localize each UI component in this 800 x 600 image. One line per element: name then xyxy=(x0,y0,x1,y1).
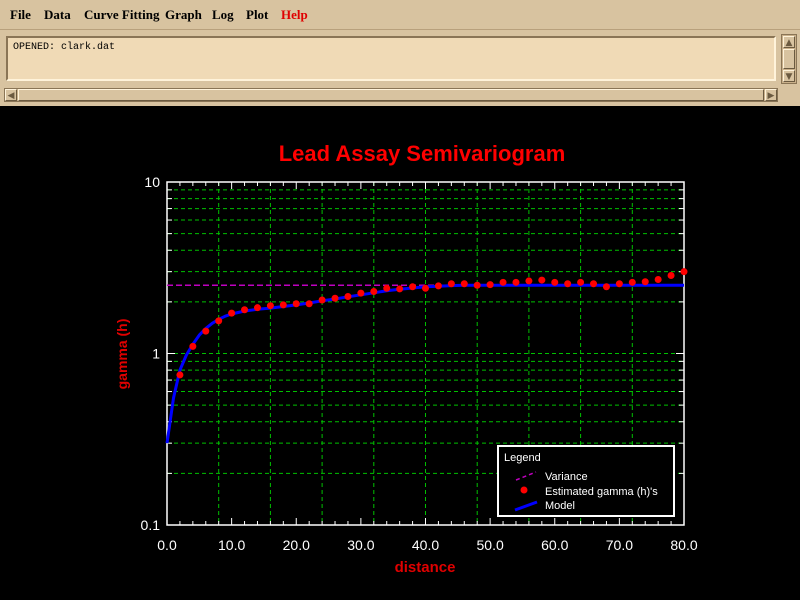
estimated-gamma-point xyxy=(215,317,223,325)
estimated-gamma-point xyxy=(176,371,184,379)
menu-log[interactable]: Log xyxy=(212,7,234,23)
estimated-gamma-point xyxy=(577,278,585,286)
estimated-gamma-point xyxy=(486,281,494,289)
log-panel: OPENED: clark.dat ▲ ▼ ◀ ▶ xyxy=(0,30,800,106)
menu-help[interactable]: Help xyxy=(281,7,308,23)
log-text-area[interactable]: OPENED: clark.dat xyxy=(6,36,776,81)
estimated-gamma-point xyxy=(654,276,662,284)
x-tick-label: 0.0 xyxy=(157,537,177,553)
menu-data[interactable]: Data xyxy=(44,7,71,23)
x-tick-label: 60.0 xyxy=(541,537,568,553)
estimated-gamma-point xyxy=(667,271,675,279)
menu-bar: File Data Curve Fitting Graph Log Plot H… xyxy=(0,0,800,30)
estimated-gamma-point xyxy=(331,294,339,302)
estimated-gamma-point xyxy=(241,306,249,314)
estimated-gamma-point xyxy=(590,280,598,288)
legend-points-swatch xyxy=(520,486,528,494)
x-tick-label: 20.0 xyxy=(283,537,310,553)
estimated-gamma-point xyxy=(318,296,326,304)
legend: Legend Variance Estimated gamma (h)'s Mo… xyxy=(497,445,675,517)
menu-file[interactable]: File xyxy=(10,7,31,23)
estimated-gamma-point xyxy=(357,289,365,297)
estimated-gamma-point xyxy=(266,302,274,310)
estimated-gamma-point xyxy=(305,300,313,308)
scroll-down-arrow-icon[interactable]: ▼ xyxy=(783,70,795,82)
estimated-gamma-point xyxy=(615,280,623,288)
scroll-left-arrow-icon[interactable]: ◀ xyxy=(5,89,17,101)
scroll-right-arrow-icon[interactable]: ▶ xyxy=(765,89,777,101)
estimated-gamma-point xyxy=(602,283,610,291)
estimated-gamma-point xyxy=(253,304,261,312)
estimated-gamma-point xyxy=(538,276,546,284)
log-text: OPENED: clark.dat xyxy=(13,42,116,53)
estimated-gamma-point xyxy=(202,327,210,335)
x-tick-label: 70.0 xyxy=(606,537,633,553)
estimated-gamma-point xyxy=(499,278,507,286)
log-vertical-scrollbar[interactable]: ▲ ▼ xyxy=(781,34,797,84)
menu-curve-fitting[interactable]: Curve Fitting xyxy=(84,7,159,23)
horizontal-scroll-thumb[interactable] xyxy=(18,89,764,101)
estimated-gamma-point xyxy=(473,281,481,289)
menu-plot[interactable]: Plot xyxy=(246,7,268,23)
y-tick-label: 0.1 xyxy=(141,517,161,533)
estimated-gamma-point xyxy=(628,278,636,286)
semivariogram-chart: Lead Assay Semivariogram 0.0 10.0 20.0 30.0… xyxy=(114,141,698,576)
legend-points-label: Estimated gamma (h)'s xyxy=(545,486,658,498)
estimated-gamma-point xyxy=(434,282,442,290)
menu-graph[interactable]: Graph xyxy=(165,7,202,23)
x-tick-label: 80.0 xyxy=(670,537,697,553)
scroll-up-arrow-icon[interactable]: ▲ xyxy=(783,36,795,48)
y-tick-labels: 0.1 1 10 xyxy=(141,174,161,533)
x-tick-label: 30.0 xyxy=(347,537,374,553)
x-tick-label: 10.0 xyxy=(218,537,245,553)
estimated-gamma-point xyxy=(422,284,429,292)
y-tick-label: 1 xyxy=(152,346,160,362)
y-axis-label: gamma (h) xyxy=(114,319,130,390)
chart-title: Lead Assay Semivariogram xyxy=(279,141,566,166)
estimated-gamma-point xyxy=(525,277,533,285)
x-axis-label: distance xyxy=(395,559,456,576)
estimated-gamma-point xyxy=(189,342,197,350)
series-group xyxy=(165,268,688,444)
vertical-scroll-thumb[interactable] xyxy=(783,49,795,69)
estimated-gamma-point xyxy=(512,278,520,286)
legend-title: Legend xyxy=(504,452,541,464)
estimated-gamma-point xyxy=(344,292,352,300)
legend-model-label: Model xyxy=(545,500,575,512)
estimated-gamma-point xyxy=(447,280,455,288)
x-tick-label: 50.0 xyxy=(477,537,504,553)
estimated-gamma-point xyxy=(396,285,404,293)
estimated-gamma-point xyxy=(383,284,391,292)
legend-variance-label: Variance xyxy=(545,471,588,483)
x-tick-label: 40.0 xyxy=(412,537,439,553)
estimated-gamma-point xyxy=(409,283,417,291)
estimated-gamma-point xyxy=(279,301,287,309)
estimated-gamma-point xyxy=(460,280,468,288)
estimated-gamma-point xyxy=(680,268,688,276)
estimated-gamma-point xyxy=(641,278,649,286)
estimated-gamma-point xyxy=(292,300,300,308)
estimated-gamma-point xyxy=(228,309,236,317)
log-horizontal-scrollbar[interactable]: ◀ ▶ xyxy=(4,88,778,102)
estimated-gamma-point xyxy=(564,280,572,288)
y-tick-label: 10 xyxy=(144,174,160,190)
estimated-gamma-point xyxy=(370,287,378,295)
estimated-gamma-point xyxy=(551,278,559,286)
x-tick-labels: 0.0 10.0 20.0 30.0 40.0 50.0 60.0 70.0 80.0 xyxy=(157,537,698,553)
